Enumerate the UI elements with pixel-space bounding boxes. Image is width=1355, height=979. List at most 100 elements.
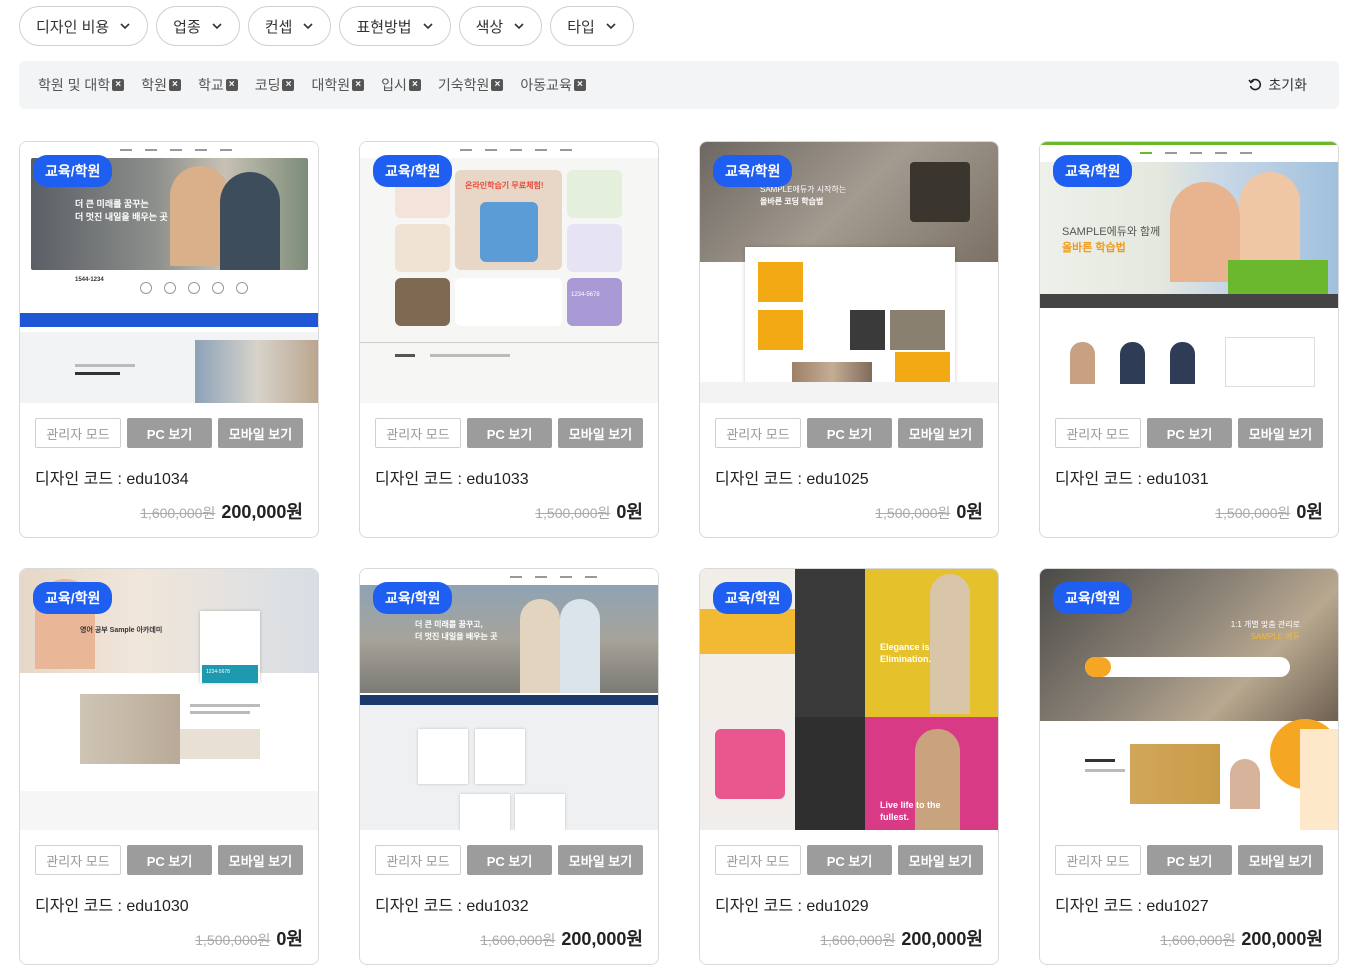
tag-item[interactable]: 학원 × [141,75,181,95]
admin-mode-button[interactable]: 관리자 모드 [1055,845,1141,875]
close-icon[interactable]: × [225,79,238,91]
design-code: 디자인 코드 : edu1025 [715,471,869,488]
original-price: 1,500,000원 [535,505,611,521]
pc-view-button[interactable]: PC 보기 [127,845,212,875]
card-actions: 관리자 모드 PC 보기 모바일 보기 [35,845,303,875]
category-badge: 교육/학원 [33,155,113,187]
filter-label: 디자인 비용 [36,18,110,36]
tag-item[interactable]: 대학원 × [311,75,365,95]
mobile-view-button[interactable]: 모바일 보기 [558,418,643,448]
pc-view-button[interactable]: PC 보기 [127,418,212,448]
category-badge: 교육/학원 [713,582,793,614]
card-actions: 관리자 모드 PC 보기 모바일 보기 [375,845,643,875]
tag-item[interactable]: 학원 및 대학 × [38,75,125,95]
template-card[interactable]: SAMPLE에듀와 함께 올바른 학습법 교육/학원 관리자 모드 PC 보기 모… [1039,141,1339,538]
mobile-view-button[interactable]: 모바일 보기 [218,845,303,875]
pc-view-button[interactable]: PC 보기 [1147,845,1232,875]
tag-item[interactable]: 입시 × [381,75,421,95]
filter-design-cost[interactable]: 디자인 비용 [19,6,149,46]
tag-item[interactable]: 학교 × [198,75,238,95]
close-icon[interactable]: × [168,79,181,91]
sale-price: 0원 [616,502,643,522]
mobile-view-button[interactable]: 모바일 보기 [898,418,983,448]
price: 1,600,000원 200,000원 [480,925,643,951]
price: 1,500,000원 0원 [535,498,643,524]
chevron-down-icon [514,23,524,30]
mobile-view-button[interactable]: 모바일 보기 [1238,845,1323,875]
filter-concept[interactable]: 컨셉 [247,6,332,46]
admin-mode-button[interactable]: 관리자 모드 [375,418,461,448]
price: 1,500,000원 0원 [875,498,983,524]
close-icon[interactable]: × [352,79,365,91]
close-icon[interactable]: × [573,79,586,91]
close-icon[interactable]: × [112,79,125,91]
tag-label: 코딩 [254,77,281,93]
tag-label: 아동교육 [520,77,572,93]
category-badge: 교육/학원 [373,582,453,614]
close-icon[interactable]: × [282,79,295,91]
sale-price: 200,000원 [561,929,643,949]
close-icon[interactable]: × [491,79,504,91]
design-code: 디자인 코드 : edu1027 [1055,898,1209,915]
mobile-view-button[interactable]: 모바일 보기 [218,418,303,448]
tag-item[interactable]: 코딩 × [255,75,295,95]
admin-mode-button[interactable]: 관리자 모드 [35,418,121,448]
original-price: 1,600,000원 [820,932,896,948]
tag-label: 입시 [381,77,407,93]
filter-color[interactable]: 색상 [458,6,543,46]
template-card[interactable]: 온라인학습기 무료체험! 1234-5678 교육/학원 관리자 모드 PC 보… [359,141,659,538]
template-card[interactable]: Elegance is Elimination. Live life to th… [699,568,999,965]
admin-mode-button[interactable]: 관리자 모드 [375,845,461,875]
template-grid: 더 큰 미래를 꿈꾸는 더 멋진 내일을 배우는 곳 1544-1234 교육/학… [19,141,1339,965]
sale-price: 200,000원 [1241,929,1323,949]
tag-item[interactable]: 아동교육 × [520,75,586,95]
thumb-headline: SAMPLE에듀와 함께 올바른 학습법 [1062,226,1161,254]
reset-button[interactable]: 초기화 [1248,75,1307,95]
thumb-headline: 영어 공부 Sample 아카데미 [80,627,163,634]
price: 1,600,000원 200,000원 [140,498,303,524]
category-badge: 교육/학원 [1053,582,1133,614]
template-card[interactable]: 더 큰 미래를 꿈꾸는 더 멋진 내일을 배우는 곳 1544-1234 교육/학… [19,141,319,538]
filter-expression[interactable]: 표현방법 [339,6,451,46]
template-card[interactable]: SAMPLE에듀가 시작하는 올바른 코딩 학습법 교육/학원 관리자 모드 PC… [699,141,999,538]
mobile-view-button[interactable]: 모바일 보기 [1238,418,1323,448]
pc-view-button[interactable]: PC 보기 [467,845,552,875]
category-badge: 교육/학원 [713,155,793,187]
admin-mode-button[interactable]: 관리자 모드 [1055,418,1141,448]
sale-price: 0원 [1296,502,1323,522]
pc-view-button[interactable]: PC 보기 [467,418,552,448]
tag-label: 기숙학원 [437,77,490,93]
filter-label: 컨셉 [264,18,293,36]
mobile-view-button[interactable]: 모바일 보기 [558,845,643,875]
filter-label: 색상 [475,18,504,36]
thumb-phone: 1234-5678 [202,665,258,683]
original-price: 1,500,000원 [195,932,271,948]
admin-mode-button[interactable]: 관리자 모드 [35,845,121,875]
tag-label: 학원 [141,77,167,93]
chevron-down-icon [120,23,130,30]
thumb-subline: Live life to the fullest. [880,800,941,822]
filter-industry[interactable]: 업종 [156,6,240,46]
template-card[interactable]: 1:1 개별 맞춤 관리로 SAMPLE 에듀 교육/학원 관리자 모드 PC 보… [1039,568,1339,965]
card-actions: 관리자 모드 PC 보기 모바일 보기 [375,418,643,448]
thumb-headline: SAMPLE에듀가 시작하는 올바른 코딩 학습법 [760,185,847,206]
mobile-view-button[interactable]: 모바일 보기 [898,845,983,875]
admin-mode-button[interactable]: 관리자 모드 [715,418,801,448]
category-badge: 교육/학원 [1053,155,1133,187]
pc-view-button[interactable]: PC 보기 [807,418,892,448]
admin-mode-button[interactable]: 관리자 모드 [715,845,801,875]
card-actions: 관리자 모드 PC 보기 모바일 보기 [35,418,303,448]
card-actions: 관리자 모드 PC 보기 모바일 보기 [715,418,983,448]
pc-view-button[interactable]: PC 보기 [807,845,892,875]
pc-view-button[interactable]: PC 보기 [1147,418,1232,448]
tag-item[interactable]: 기숙학원 × [438,75,504,95]
filter-type[interactable]: 타입 [550,6,634,46]
active-tags: 학원 및 대학 × 학원 × 학교 × 코딩 × 대학원 × 입시 × 기숙학원 × 아동교육… [38,75,586,95]
design-code: 디자인 코드 : edu1030 [35,898,189,915]
close-icon[interactable]: × [408,79,421,91]
template-card[interactable]: 영어 공부 Sample 아카데미 1234-5678 교육/학원 관리자 모드… [19,568,319,965]
chevron-down-icon [212,23,222,30]
template-card[interactable]: 더 큰 미래를 꿈꾸고, 더 멋진 내일을 배우는 곳 교육/학원 관리자 모드 … [359,568,659,965]
card-actions: 관리자 모드 PC 보기 모바일 보기 [1055,845,1323,875]
original-price: 1,500,000원 [1215,505,1291,521]
